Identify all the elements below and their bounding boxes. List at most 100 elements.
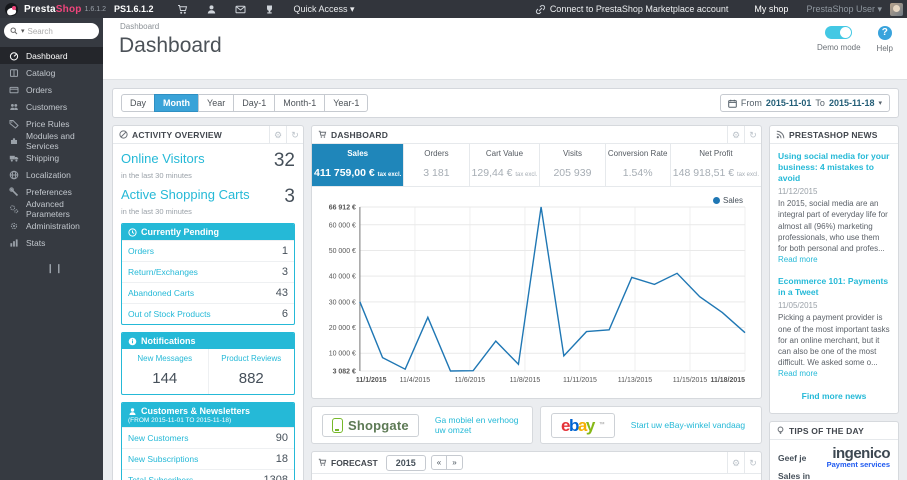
sidebar-item-stats[interactable]: Stats [0,234,103,251]
sidebar-collapse-button[interactable]: ❙❙ [47,263,63,274]
quick-access-menu[interactable]: Quick Access ▾ [294,4,355,15]
shopgate-link[interactable]: Ga mobiel en verhoog uw omzet [435,415,522,435]
metric-cart-value[interactable]: Cart Value 129,44 € tax excl. [468,144,540,186]
ebay-tm: ™ [598,422,605,428]
wrench-icon [9,186,19,197]
news-article-title[interactable]: Ecommerce 101: Payments in a Tweet [778,276,890,298]
ingenico-logo: ingenico Payment services [818,446,891,469]
panel-settings-icon[interactable]: ⚙ [269,125,286,144]
date-from-label: From [740,98,762,108]
svg-text:11/4/2015: 11/4/2015 [400,377,431,384]
forecast-prev-button[interactable]: « [430,455,448,470]
new-messages-cell[interactable]: New Messages 144 [122,349,208,394]
sidebar-item-dashboard[interactable]: Dashboard [0,47,103,64]
page-header: Dashboard Dashboard Demo mode ? Help [103,18,907,80]
sidebar-item-catalog[interactable]: Catalog [0,64,103,81]
search-input[interactable] [27,26,82,36]
cart-icon [318,130,327,139]
range-year-1-button[interactable]: Year-1 [324,94,369,112]
product-reviews-cell[interactable]: Product Reviews 882 [207,349,295,394]
metric-conversion-rate[interactable]: Conversion Rate 1.54% [604,144,670,186]
product-reviews-link[interactable]: Product Reviews [211,354,293,363]
sidebar-item-orders[interactable]: Orders [0,81,103,98]
sidebar-nav: ▾ Dashboard Catalog Orders Customers Pri… [0,18,103,480]
prestashop-logo-icon[interactable] [5,2,18,16]
panel-refresh-icon[interactable]: ↻ [744,452,761,474]
panel-settings-icon[interactable]: ⚙ [727,452,744,474]
metric-sales[interactable]: Sales 411 759,00 € tax excl. [312,144,404,186]
active-carts-link[interactable]: Active Shopping Carts [121,187,250,202]
chart-legend[interactable]: Sales [708,195,747,206]
news-article-title[interactable]: Using social media for your business: 4 … [778,151,890,184]
sidebar-item-label: Customers [26,101,68,112]
version-small: 1.6.1.2 [84,5,106,13]
sidebar-item-localization[interactable]: Localization [0,166,103,183]
cart-icon[interactable] [177,4,188,15]
help-icon[interactable]: ? [877,26,892,40]
new-customers-link[interactable]: New Customers [128,433,188,443]
my-shop-link[interactable]: My shop [754,4,788,14]
total-subscribers-link[interactable]: Total Subscribers [128,475,193,480]
find-more-news-link[interactable]: Find more news [778,391,890,401]
sidebar-item-label: Dashboard [26,50,68,61]
messages-icon[interactable] [235,4,246,15]
online-visitors-link[interactable]: Online Visitors [121,151,205,166]
sidebar-item-preferences[interactable]: Preferences [0,183,103,200]
panel-settings-icon[interactable]: ⚙ [727,125,744,144]
range-day-1-button[interactable]: Day-1 [233,94,276,112]
svg-text:3 082 €: 3 082 € [333,368,356,375]
shopgate-banner[interactable]: Shopgate Ga mobiel en verhoog uw omzet [311,406,533,444]
tips-panel-title: TIPS OF THE DAY [770,426,864,436]
sidebar-item-modules[interactable]: Modules and Services [0,131,103,151]
demo-mode-toggle[interactable] [825,26,853,39]
sidebar-item-administration[interactable]: Administration [0,217,103,234]
credit-card-icon [9,85,19,95]
currently-pending-section: Currently Pending Orders 1 Return/Exchang… [121,223,295,325]
sidebar-item-advanced-parameters[interactable]: Advanced Parameters [0,199,103,219]
online-visitors-sub: in the last 30 minutes [121,171,192,180]
out-of-stock-link[interactable]: Out of Stock Products [128,309,211,319]
user-menu[interactable]: PrestaShop User ▾ [806,4,882,15]
customers-row: Total Subscribers 1308 [122,469,294,480]
metric-net-profit[interactable]: Net Profit 148 918,51 € tax excl. [669,144,761,186]
trophy-icon[interactable] [264,4,275,15]
breadcrumb: Dashboard [120,22,160,31]
date-range-picker[interactable]: From 2015-11-01 To 2015-11-18 ▾ [719,94,890,112]
panel-refresh-icon[interactable]: ↻ [744,125,761,144]
forecast-next-button[interactable]: » [446,455,463,470]
new-messages-link[interactable]: New Messages [124,354,206,363]
pending-orders-link[interactable]: Orders [128,246,154,256]
activity-icon [119,130,128,139]
ebay-link[interactable]: Start uw eBay-winkel vandaag [631,420,745,430]
panel-refresh-icon[interactable]: ↻ [286,125,303,144]
sidebar-item-shipping[interactable]: Shipping [0,149,103,166]
customers-icon[interactable] [206,4,217,15]
new-subscriptions-value: 18 [275,453,288,465]
metric-visits[interactable]: Visits 205 939 [539,144,604,186]
pending-returns-link[interactable]: Return/Exchanges [128,267,198,277]
abandoned-carts-link[interactable]: Abandoned Carts [128,288,194,298]
svg-text:11/8/2015: 11/8/2015 [510,377,541,384]
sidebar-item-customers[interactable]: Customers [0,98,103,115]
pending-row: Abandoned Carts 43 [122,282,294,303]
range-month-1-button[interactable]: Month-1 [274,94,326,112]
range-year-button[interactable]: Year [198,94,235,112]
ebay-banner[interactable]: ebay ™ Start uw eBay-winkel vandaag [540,406,762,444]
brand-name[interactable]: PrestaShop [24,4,82,15]
calendar-icon [728,99,737,108]
sidebar-item-price-rules[interactable]: Price Rules [0,115,103,132]
search-scope-caret[interactable]: ▾ [21,27,25,35]
read-more-link[interactable]: Read more [778,369,818,378]
range-month-button[interactable]: Month [154,94,200,112]
sidebar-search[interactable]: ▾ [4,23,99,39]
metric-orders[interactable]: Orders 3 181 [403,144,468,186]
range-day-button[interactable]: Day [121,94,156,112]
news-article-excerpt: In 2015, social media are an integral pa… [778,199,888,265]
sales-legend-label: Sales [722,196,743,205]
sidebar-item-label: Catalog [26,67,56,78]
user-avatar[interactable] [890,2,903,16]
customers-newsletters-title: Customers & Newsletters [141,406,251,416]
new-subscriptions-link[interactable]: New Subscriptions [128,454,198,464]
read-more-link[interactable]: Read more [778,255,818,264]
marketplace-connect-link[interactable]: Connect to PrestaShop Marketplace accoun… [535,4,728,15]
